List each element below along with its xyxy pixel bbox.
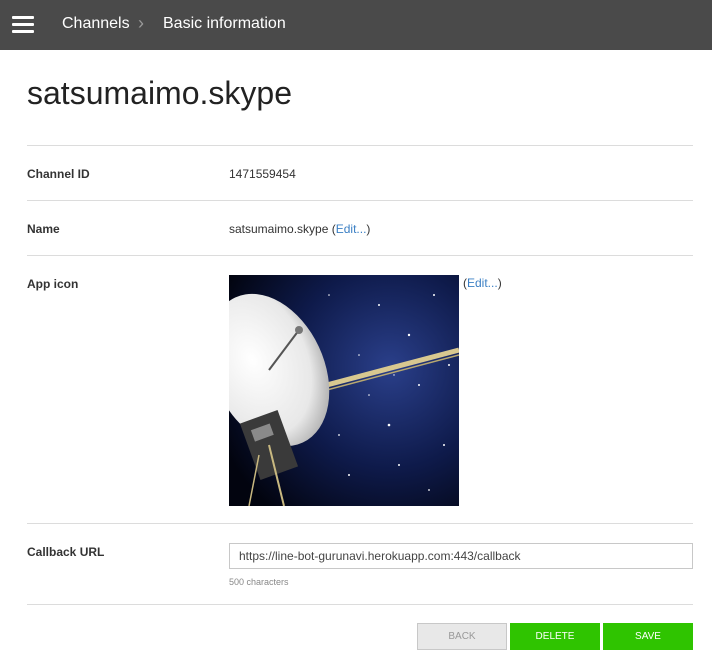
- divider: [27, 255, 693, 256]
- callback-url-input[interactable]: [229, 543, 693, 569]
- name-value-line: satsumaimo.skype (Edit...): [229, 222, 371, 236]
- name-edit-link[interactable]: Edit...: [336, 222, 367, 236]
- breadcrumb-basic-information: Basic information: [163, 15, 286, 32]
- app-icon-edit-link[interactable]: Edit...: [467, 276, 498, 290]
- app-icon-edit-line: (Edit...): [463, 276, 502, 290]
- name-value: satsumaimo.skype: [229, 222, 329, 236]
- channel-id-label: Channel ID: [27, 167, 90, 181]
- app-icon-label: App icon: [27, 277, 79, 291]
- callback-url-label: Callback URL: [27, 545, 105, 559]
- divider: [27, 145, 693, 146]
- chevron-right-icon: ›: [138, 13, 144, 33]
- save-button[interactable]: SAVE: [603, 623, 693, 650]
- callback-url-char-limit: 500 characters: [229, 577, 289, 587]
- name-label: Name: [27, 222, 60, 236]
- back-button[interactable]: BACK: [417, 623, 507, 650]
- divider: [27, 604, 693, 605]
- delete-button[interactable]: DELETE: [510, 623, 600, 650]
- app-icon-image: [229, 275, 459, 506]
- channel-id-value: 1471559454: [229, 167, 296, 181]
- divider: [27, 523, 693, 524]
- divider: [27, 200, 693, 201]
- breadcrumb-channels[interactable]: Channels: [62, 15, 130, 33]
- page-title: satsumaimo.skype: [27, 75, 292, 111]
- hamburger-menu-icon[interactable]: [12, 16, 34, 33]
- top-bar: Channels › Basic information: [0, 0, 712, 50]
